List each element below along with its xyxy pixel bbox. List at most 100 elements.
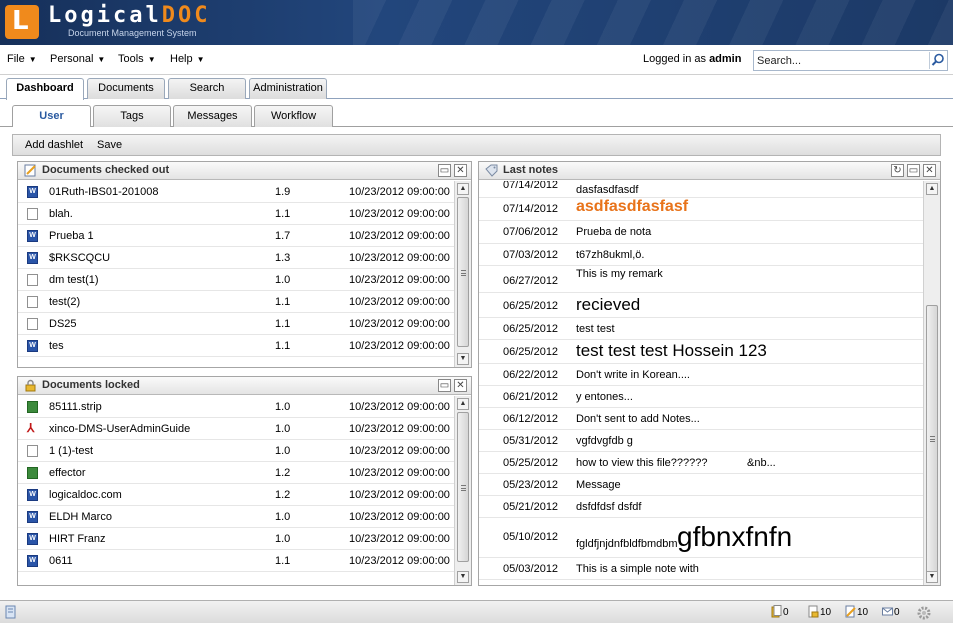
tab-tags[interactable]: Tags [93,105,171,127]
tab-search[interactable]: Search [168,78,246,99]
scrollbar[interactable]: ▲ ▼ [454,396,471,585]
doc-date: 10/23/2012 09:00:00 [349,489,450,501]
note-date: 06/22/2012 [503,369,559,381]
save-button[interactable]: Save [97,139,122,151]
table-row[interactable]: W 01Ruth-IBS01-201008 1.9 10/23/2012 09:00:… [18,181,454,203]
table-row[interactable]: W ELDH Marco 1.0 10/23/2012 09:00:00 [18,506,454,528]
maximize-icon: ▭ [439,380,450,391]
close-button[interactable]: ✕ [454,379,467,392]
list-item[interactable]: 06/25/2012 recieved [479,293,923,318]
table-row[interactable]: effector 1.2 10/23/2012 09:00:00 [18,462,454,484]
note-date: 07/14/2012 [503,203,559,215]
scroll-down-icon[interactable]: ▼ [926,571,938,583]
grip-icon [461,485,466,491]
logged-prefix: Logged in as [643,53,706,65]
maximize-button[interactable]: ▭ [438,164,451,177]
logo-name-part1: Logical [48,3,162,28]
list-item[interactable]: 05/25/2012 how to view this file?????? &nb… [479,452,923,474]
table-row[interactable]: DS25 1.1 10/23/2012 09:00:00 [18,313,454,335]
scroll-up-icon[interactable]: ▲ [457,398,469,410]
list-item[interactable]: 05/21/2012 dsfdfdsf dsfdf [479,496,923,518]
menu-help[interactable]: Help ▼ [170,53,205,65]
tab-documents[interactable]: Documents [87,78,165,99]
list-item[interactable]: 05/31/2012 vgfdvgfdb g [479,430,923,452]
table-row[interactable]: ⅄ xinco-DMS-UserAdminGuide 1.0 10/23/2012 0… [18,418,454,440]
tab-messages[interactable]: Messages [173,105,252,127]
table-row[interactable]: Wlogicaldoc.com 1.2 10/23/2012 09:00:00 [18,484,454,506]
refresh-button[interactable]: ↻ [891,164,904,177]
text-file-icon [27,445,38,457]
table-row[interactable]: W 0611 1.1 10/23/2012 09:00:00 [18,550,454,572]
close-button[interactable]: ✕ [454,164,467,177]
scroll-up-icon[interactable]: ▲ [457,183,469,195]
tab-user[interactable]: User [12,105,91,128]
doc-name: logicaldoc.com [49,489,122,501]
checked-out-counter[interactable]: 0 [771,605,789,618]
lock-document-icon [808,605,819,618]
menu-tools-label: Tools [118,53,144,65]
tab-workflow[interactable]: Workflow [254,105,333,127]
scroll-thumb[interactable] [457,412,469,562]
tab-dashboard[interactable]: Dashboard [6,78,84,100]
maximize-button[interactable]: ▭ [907,164,920,177]
doc-version: 1.1 [275,208,291,220]
list-item[interactable]: 05/10/2012 fgldfjnjdnfbldfbmdbm gfbnxfnfn [479,518,923,558]
table-row[interactable]: Wtes 1.1 10/23/2012 09:00:00 [18,335,454,357]
messages-counter[interactable]: 0 [882,605,900,618]
note-text: asdfasdfasfasf [576,198,689,215]
close-button[interactable]: ✕ [923,164,936,177]
list-item[interactable]: 06/12/2012 Don't sent to add Notes... [479,408,923,430]
note-text-extra: gfbnxfnfn [677,521,793,552]
list-item[interactable]: 07/06/2012 Prueba de nota [479,221,923,244]
maximize-button[interactable]: ▭ [438,379,451,392]
table-row[interactable]: W $RKSCQCU 1.3 10/23/2012 09:00:00 [18,247,454,269]
list-item[interactable]: 06/25/2012 test test test Hossein 123 [479,340,923,364]
maximize-icon: ▭ [908,165,919,176]
note-date: 05/10/2012 [503,531,559,543]
menu-tools[interactable]: Tools ▼ [118,53,156,65]
word-icon: W [27,533,38,545]
gear-icon[interactable] [916,605,932,621]
list-item[interactable]: 06/27/2012 This is my remark [479,266,923,293]
list-item[interactable]: 07/03/2012 t67zh8ukml,ö. [479,244,923,266]
scrollbar[interactable]: ▲ ▼ [454,181,471,367]
search-button[interactable] [929,52,946,69]
doc-date: 10/23/2012 09:00:00 [349,401,450,413]
search-input[interactable] [754,51,924,70]
dashlet-header: Documents checked out ▭ ✕ [18,162,471,180]
scroll-thumb[interactable] [926,305,938,573]
table-row[interactable]: test(2) 1.1 10/23/2012 09:00:00 [18,291,454,313]
table-row[interactable]: W Prueba 1 1.7 10/23/2012 09:00:00 [18,225,454,247]
list-item[interactable]: 05/03/2012 This is a simple note with [479,558,923,580]
table-row[interactable]: 1 (1)-test 1.0 10/23/2012 09:00:00 [18,440,454,462]
table-row[interactable]: 85111.strip 1.0 10/23/2012 09:00:00 [18,396,454,418]
caret-down-icon: ▼ [97,55,106,64]
list-item[interactable]: 06/25/2012 test test [479,318,923,340]
scroll-up-icon[interactable]: ▲ [926,183,938,195]
table-row[interactable]: W HIRT Franz 1.0 10/23/2012 09:00:00 [18,528,454,550]
scroll-thumb[interactable] [457,197,469,347]
menu-personal[interactable]: Personal ▼ [50,53,105,65]
scrollbar[interactable]: ▲ ▼ [923,181,940,585]
note-date: 07/14/2012 [503,181,559,191]
search-box [753,50,948,71]
menu-file[interactable]: File ▼ [7,53,37,65]
checked-out-count: 0 [783,607,789,618]
scroll-down-icon[interactable]: ▼ [457,353,469,365]
list-item[interactable]: 06/21/2012 y entones... [479,386,923,408]
add-dashlet-button[interactable]: Add dashlet [25,139,83,151]
edit-document-icon [24,164,36,177]
scroll-down-icon[interactable]: ▼ [457,571,469,583]
edit-counter[interactable]: 10 [845,605,868,618]
list-item[interactable]: 07/14/2012 dasfasdfasdf [479,181,923,198]
document-stack-icon [771,605,782,618]
table-row[interactable]: blah. 1.1 10/23/2012 09:00:00 [18,203,454,225]
locked-counter[interactable]: 10 [808,605,831,618]
list-item[interactable]: 06/22/2012 Don't write in Korean.... [479,364,923,386]
list-item[interactable]: 05/23/2012 Message [479,474,923,496]
notes-panel-icon[interactable] [4,605,17,619]
table-row[interactable]: dm test(1) 1.0 10/23/2012 09:00:00 [18,269,454,291]
tab-administration[interactable]: Administration [249,78,327,99]
note-tag-icon [485,164,498,177]
list-item[interactable]: 07/14/2012 asdfasdfasfasf [479,198,923,221]
